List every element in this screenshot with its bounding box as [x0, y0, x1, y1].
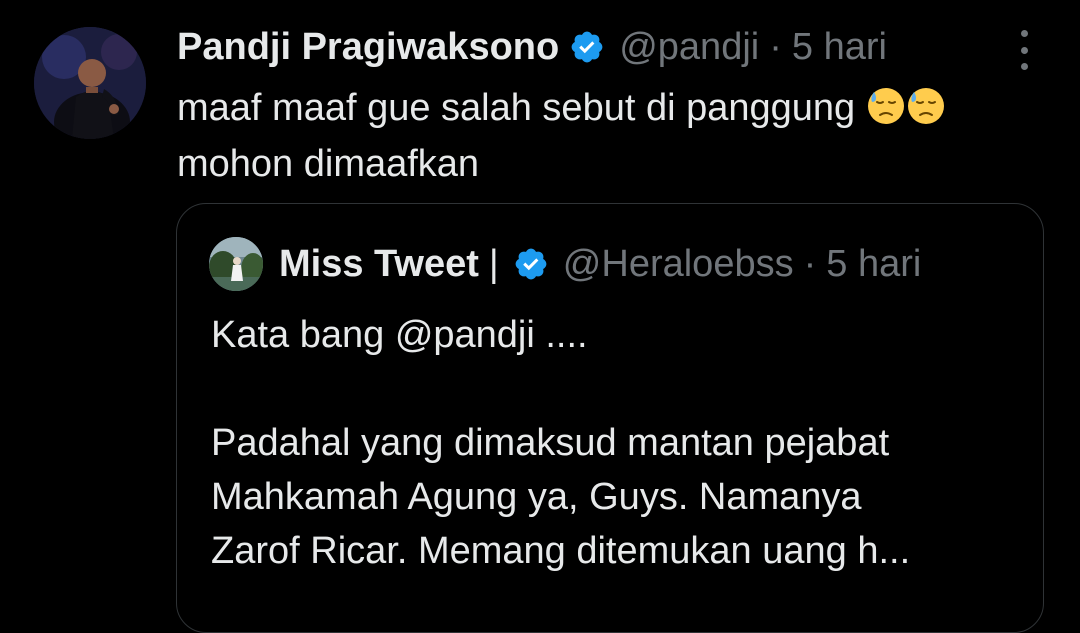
- quoted-tweet[interactable]: Miss Tweet | @Heraloebss · 5 hari Kata b…: [176, 203, 1044, 633]
- tweet[interactable]: Pandji Pragiwaksono @pandji · 5 hari maa…: [0, 0, 1080, 633]
- tweet-text: maaf maaf gue salah sebut di panggung mo…: [177, 80, 1057, 192]
- quoted-paragraph: Kata bang @pandji ....: [211, 314, 588, 356]
- quoted-tweet-header: Miss Tweet | @Heraloebss · 5 hari: [209, 237, 921, 291]
- verified-badge-icon[interactable]: [513, 246, 549, 282]
- separator-dot: ·: [803, 242, 817, 285]
- quoted-author-name-suffix: |: [488, 242, 499, 285]
- author-handle[interactable]: @pandji: [619, 26, 759, 69]
- quoted-author-name[interactable]: Miss Tweet: [279, 243, 479, 286]
- separator-dot: ·: [769, 25, 782, 68]
- quoted-tweet-text: Kata bang @pandji .... Padahal yang dima…: [211, 308, 1021, 578]
- downcast-face-with-sweat-emoji: [906, 86, 946, 126]
- quoted-author-avatar[interactable]: [209, 237, 263, 291]
- tweet-text-line: mohon dimaafkan: [177, 143, 480, 185]
- author-name[interactable]: Pandji Pragiwaksono: [177, 26, 559, 69]
- tweet-header: Pandji Pragiwaksono @pandji · 5 hari: [177, 22, 887, 72]
- quoted-text-line: Zarof Ricar. Memang ditemukan uang h...: [211, 530, 911, 572]
- more-options-icon[interactable]: [1010, 30, 1038, 70]
- tweet-timestamp[interactable]: 5 hari: [792, 26, 887, 69]
- tweet-text-line: maaf maaf gue salah sebut di panggung: [177, 87, 856, 129]
- downcast-face-with-sweat-emoji: [866, 86, 906, 126]
- quoted-text-line: Padahal yang dimaksud mantan pejabat: [211, 422, 890, 464]
- quoted-author-handle[interactable]: @Heraloebss: [563, 243, 794, 286]
- author-avatar[interactable]: [34, 27, 146, 139]
- quoted-text-line: Mahkamah Agung ya, Guys. Namanya: [211, 476, 862, 518]
- verified-badge-icon[interactable]: [569, 29, 605, 65]
- quoted-tweet-timestamp[interactable]: 5 hari: [826, 243, 921, 286]
